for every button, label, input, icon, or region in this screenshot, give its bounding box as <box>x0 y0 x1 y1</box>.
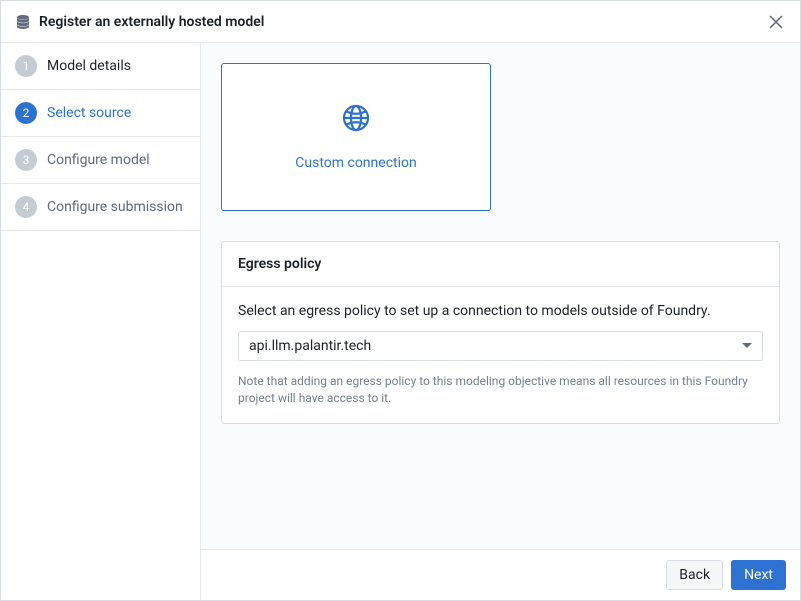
step-label: Select source <box>47 105 131 121</box>
step-configure-model[interactable]: 3 Configure model <box>1 137 200 184</box>
step-label: Configure submission <box>47 199 183 215</box>
step-number: 3 <box>15 149 37 171</box>
chevron-down-icon <box>742 343 752 349</box>
panel-title: Egress policy <box>222 242 779 287</box>
main-panel: Custom connection Egress policy Select a… <box>201 43 800 600</box>
dialog-header: Register an externally hosted model <box>1 1 800 43</box>
step-number: 1 <box>15 55 37 77</box>
egress-policy-select[interactable]: api.llm.palantir.tech <box>238 331 763 361</box>
next-button[interactable]: Next <box>731 560 786 590</box>
step-model-details[interactable]: 1 Model details <box>1 43 200 90</box>
panel-body: Select an egress policy to set up a conn… <box>222 287 779 423</box>
dialog-title: Register an externally hosted model <box>39 14 766 30</box>
step-label: Configure model <box>47 152 150 168</box>
dialog-body: 1 Model details 2 Select source 3 Config… <box>1 43 800 600</box>
step-label: Model details <box>47 58 131 74</box>
globe-icon <box>341 103 371 137</box>
select-value: api.llm.palantir.tech <box>249 338 742 354</box>
source-card-custom-connection[interactable]: Custom connection <box>221 63 491 211</box>
step-number: 4 <box>15 196 37 218</box>
dialog: Register an externally hosted model 1 Mo… <box>0 0 801 601</box>
steps-sidebar: 1 Model details 2 Select source 3 Config… <box>1 43 201 600</box>
back-button[interactable]: Back <box>666 560 723 590</box>
dialog-footer: Back Next <box>201 549 800 600</box>
step-configure-submission[interactable]: 4 Configure submission <box>1 184 200 231</box>
step-number: 2 <box>15 102 37 124</box>
egress-policy-panel: Egress policy Select an egress policy to… <box>221 241 780 424</box>
close-icon <box>769 15 783 29</box>
database-icon <box>15 14 31 30</box>
egress-description: Select an egress policy to set up a conn… <box>238 303 763 319</box>
content-area: Custom connection Egress policy Select a… <box>201 43 800 549</box>
source-card-label: Custom connection <box>295 155 416 171</box>
close-button[interactable] <box>766 12 786 32</box>
egress-note: Note that adding an egress policy to thi… <box>238 373 763 407</box>
step-select-source[interactable]: 2 Select source <box>1 90 200 137</box>
